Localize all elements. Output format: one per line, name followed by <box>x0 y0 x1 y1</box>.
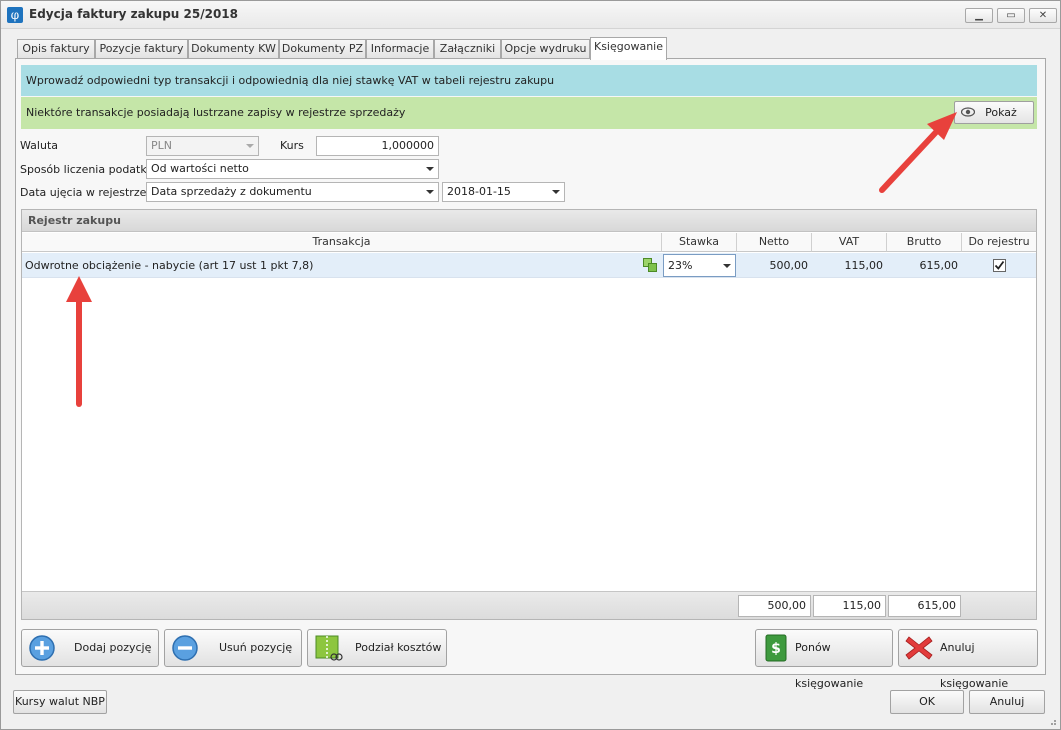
total-netto: 500,00 <box>738 595 811 617</box>
title-bar[interactable]: φ Edycja faktury zakupu 25/2018 ▁ ▭ ✕ <box>1 1 1060 29</box>
cancel-posting-button[interactable]: Anuluj księgowanie <box>898 629 1038 690</box>
dialog-window: φ Edycja faktury zakupu 25/2018 ▁ ▭ ✕ Op… <box>0 0 1061 730</box>
tab-informacje[interactable]: Informacje <box>366 39 434 59</box>
minimize-button[interactable]: ▁ <box>965 8 993 23</box>
kurs-label: Kurs <box>280 139 304 152</box>
cancel-button[interactable]: Anuluj <box>969 690 1045 714</box>
eye-icon <box>961 107 975 117</box>
total-vat: 115,00 <box>813 595 886 617</box>
sposob-select[interactable]: Od wartości netto <box>146 159 439 179</box>
chevron-down-icon <box>426 167 434 171</box>
column-header-do-rejestru[interactable]: Do rejestru <box>962 233 1036 252</box>
column-header-stawka[interactable]: Stawka <box>662 233 737 252</box>
add-position-button[interactable]: Dodaj pozycję <box>21 629 159 667</box>
tab-dokumenty-kw[interactable]: Dokumenty KW <box>188 39 279 59</box>
do-rejestru-checkbox[interactable] <box>993 259 1006 272</box>
info-banner-vat: Wprowadź odpowiedni typ transakcji i odp… <box>21 65 1037 96</box>
red-x-icon <box>905 636 933 660</box>
tab-opis-faktury[interactable]: Opis faktury <box>17 39 95 59</box>
split-costs-button[interactable]: Podział kosztów <box>307 629 447 667</box>
data-select[interactable]: Data sprzedaży z dokumentu <box>146 182 439 202</box>
data-label: Data ujęcia w rejestrze <box>20 186 147 199</box>
date-picker[interactable]: 2018-01-15 <box>442 182 565 202</box>
column-header-transakcja[interactable]: Transakcja <box>22 233 662 252</box>
copy-transaction-icon[interactable] <box>643 258 657 272</box>
resize-grip-icon[interactable] <box>1047 716 1057 726</box>
split-costs-label: Podział kosztów <box>355 641 442 654</box>
column-header-netto[interactable]: Netto <box>737 233 812 252</box>
total-brutto: 615,00 <box>888 595 961 617</box>
tab-opcje-wydruku[interactable]: Opcje wydruku <box>501 39 590 59</box>
chevron-down-icon <box>723 264 731 268</box>
cell-netto: 500,00 <box>769 259 809 272</box>
waluta-value: PLN <box>151 139 172 152</box>
waluta-select[interactable]: PLN <box>146 136 259 156</box>
chevron-down-icon <box>552 190 560 194</box>
app-logo-icon: φ <box>7 7 23 23</box>
register-grid: Rejestr zakupu Transakcja Stawka Netto V… <box>21 209 1037 620</box>
cell-brutto: 615,00 <box>919 259 959 272</box>
maximize-button[interactable]: ▭ <box>997 8 1025 23</box>
remove-position-button[interactable]: Usuń pozycję <box>164 629 302 667</box>
window-title: Edycja faktury zakupu 25/2018 <box>29 7 239 21</box>
ksiegowanie-panel: Wprowadź odpowiedni typ transakcji i odp… <box>15 58 1046 690</box>
add-position-label: Dodaj pozycję <box>74 641 152 654</box>
column-header-vat[interactable]: VAT <box>812 233 887 252</box>
grid-title: Rejestr zakupu <box>22 210 1036 232</box>
info-banner-mirror: Niektóre transakcje posiadają lustrzane … <box>21 97 1037 129</box>
ok-button[interactable]: OK <box>890 690 964 714</box>
plus-circle-icon <box>29 635 55 661</box>
maximize-icon: ▭ <box>1006 10 1016 21</box>
cell-transakcja[interactable]: Odwrotne obciążenie - nabycie (art 17 us… <box>25 253 625 278</box>
repost-button[interactable]: $ Ponów księgowanie <box>755 629 893 690</box>
waluta-label: Waluta <box>20 139 58 152</box>
remove-position-label: Usuń pozycję <box>219 641 293 654</box>
tab-ksiegowanie[interactable]: Księgowanie <box>590 37 667 60</box>
repost-label: Ponów księgowanie <box>795 641 864 690</box>
close-button[interactable]: ✕ <box>1029 8 1057 23</box>
sposob-label: Sposób liczenia podatku <box>20 163 154 176</box>
sposob-value: Od wartości netto <box>151 162 249 175</box>
minus-circle-icon <box>172 635 198 661</box>
tab-zalaczniki[interactable]: Załączniki <box>434 39 501 59</box>
checkmark-icon <box>994 260 1005 270</box>
nbp-rates-button[interactable]: Kursy walut NBP <box>13 690 107 714</box>
money-book-icon: $ <box>765 634 787 662</box>
cell-vat: 115,00 <box>844 259 884 272</box>
data-value: Data sprzedaży z dokumentu <box>151 185 312 198</box>
tab-pozycje-faktury[interactable]: Pozycje faktury <box>95 39 188 59</box>
chevron-down-icon <box>246 144 254 148</box>
date-value: 2018-01-15 <box>447 185 511 198</box>
column-header-brutto[interactable]: Brutto <box>887 233 962 252</box>
kurs-input[interactable]: 1,000000 <box>316 136 439 156</box>
show-button-label: Pokaż <box>985 106 1017 119</box>
svg-text:$: $ <box>771 641 781 657</box>
tab-dokumenty-pz[interactable]: Dokumenty PZ <box>279 39 366 59</box>
grid-totals-footer: 500,00 115,00 615,00 <box>22 591 1036 619</box>
chevron-down-icon <box>426 190 434 194</box>
table-row[interactable]: Odwrotne obciążenie - nabycie (art 17 us… <box>22 253 1036 278</box>
split-costs-icon <box>315 635 343 661</box>
show-button[interactable]: Pokaż <box>954 101 1034 124</box>
minimize-icon: ▁ <box>975 10 983 21</box>
stawka-value: 23% <box>668 259 693 272</box>
close-icon: ✕ <box>1038 10 1048 21</box>
stawka-select[interactable]: 23% <box>663 254 736 277</box>
